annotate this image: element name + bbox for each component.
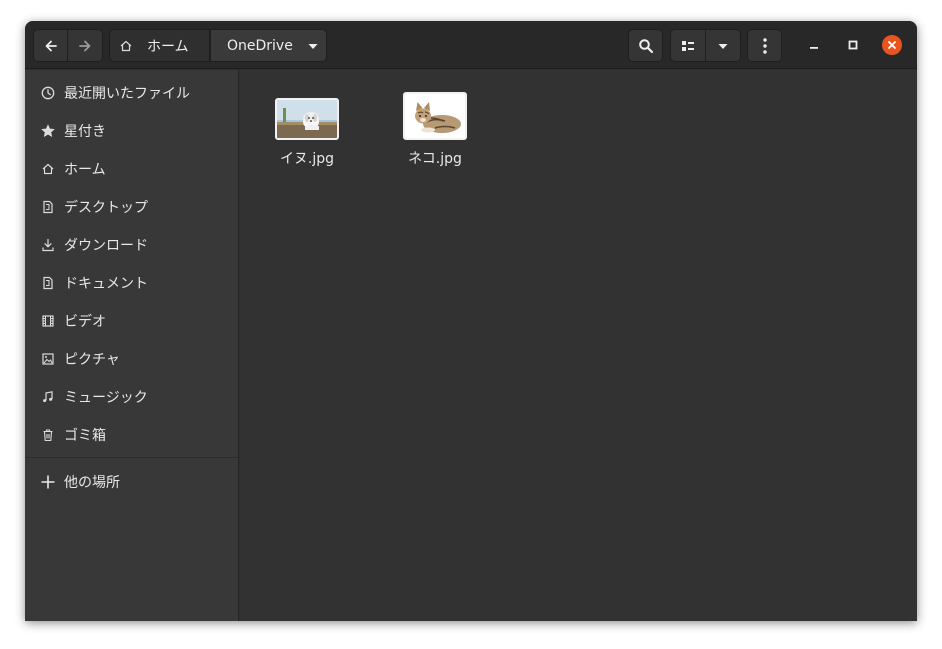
document-icon — [40, 275, 56, 291]
kebab-menu-icon — [762, 37, 767, 54]
cat-thumbnail — [403, 92, 467, 140]
close-icon — [888, 41, 896, 49]
sidebar-item-videos[interactable]: ビデオ — [25, 302, 238, 340]
main-menu-button[interactable] — [747, 29, 782, 62]
star-icon — [40, 123, 56, 139]
arrow-right-icon — [79, 40, 91, 51]
sidebar-item-downloads[interactable]: ダウンロード — [25, 226, 238, 264]
search-button[interactable] — [628, 29, 663, 62]
sidebar-item-home[interactable]: ホーム — [25, 150, 238, 188]
view-options-button[interactable] — [706, 29, 741, 62]
sidebar-item-label: ビデオ — [64, 314, 106, 330]
download-icon — [40, 237, 56, 253]
sidebar: 最近開いたファイル 星付き ホーム デスクトップ ダウンロード ドキュメント ビ… — [25, 70, 239, 621]
sidebar-item-label: デスクトップ — [64, 200, 148, 216]
folder-icon — [40, 199, 56, 215]
sidebar-item-label: ミュージック — [64, 390, 148, 406]
music-icon — [40, 389, 56, 405]
sidebar-item-label: ダウンロード — [64, 238, 148, 254]
sidebar-item-desktop[interactable]: デスクトップ — [25, 188, 238, 226]
sidebar-item-pictures[interactable]: ピクチャ — [25, 340, 238, 378]
sidebar-item-music[interactable]: ミュージック — [25, 378, 238, 416]
trash-icon — [40, 427, 56, 443]
header-bar: ホーム OneDrive — [25, 21, 917, 69]
maximize-button[interactable] — [843, 35, 863, 55]
plus-icon — [40, 474, 56, 490]
sidebar-item-starred[interactable]: 星付き — [25, 112, 238, 150]
forward-button[interactable] — [68, 29, 103, 62]
back-button[interactable] — [33, 29, 68, 62]
search-icon — [638, 38, 653, 53]
file-item[interactable]: ネコ.jpg — [385, 92, 485, 168]
breadcrumb-current[interactable]: OneDrive — [210, 29, 327, 62]
breadcrumb-current-label: OneDrive — [227, 37, 293, 54]
file-name: イヌ.jpg — [279, 151, 335, 167]
close-button[interactable] — [882, 35, 902, 55]
arrow-left-icon — [45, 40, 57, 51]
clock-icon — [40, 85, 56, 101]
home-icon — [120, 40, 132, 51]
sidebar-item-label: ドキュメント — [64, 276, 148, 292]
sidebar-item-label: ホーム — [64, 162, 106, 178]
file-view[interactable]: イヌ.jpg ネコ.jpg — [240, 70, 917, 621]
sidebar-item-label: 最近開いたファイル — [64, 86, 190, 102]
maximize-icon — [848, 40, 858, 50]
sidebar-item-label: ゴミ箱 — [64, 428, 106, 444]
sidebar-item-documents[interactable]: ドキュメント — [25, 264, 238, 302]
view-mode-button[interactable] — [670, 29, 706, 62]
film-icon — [40, 313, 56, 329]
minimize-icon — [810, 47, 818, 49]
file-manager-window: ホーム OneDrive 最近開いたファイル 星付き ホーム デスクトップ ダウ… — [25, 21, 917, 621]
home-icon — [40, 161, 56, 177]
file-name: ネコ.jpg — [408, 151, 462, 167]
breadcrumb-home-label: ホーム — [147, 38, 189, 55]
caret-down-icon — [718, 43, 728, 49]
sidebar-item-other-locations[interactable]: 他の場所 — [25, 463, 238, 501]
list-view-icon — [682, 40, 694, 51]
sidebar-item-label: 他の場所 — [64, 475, 120, 491]
caret-down-icon — [308, 43, 318, 49]
sidebar-item-label: 星付き — [64, 124, 106, 140]
sidebar-item-label: ピクチャ — [64, 352, 120, 368]
sidebar-divider — [25, 457, 238, 458]
minimize-button[interactable] — [804, 35, 824, 55]
file-item[interactable]: イヌ.jpg — [257, 98, 357, 168]
dog-thumbnail — [275, 98, 339, 140]
sidebar-item-recent[interactable]: 最近開いたファイル — [25, 74, 238, 112]
breadcrumb-home[interactable]: ホーム — [109, 29, 210, 62]
sidebar-item-trash[interactable]: ゴミ箱 — [25, 416, 238, 454]
image-icon — [40, 351, 56, 367]
